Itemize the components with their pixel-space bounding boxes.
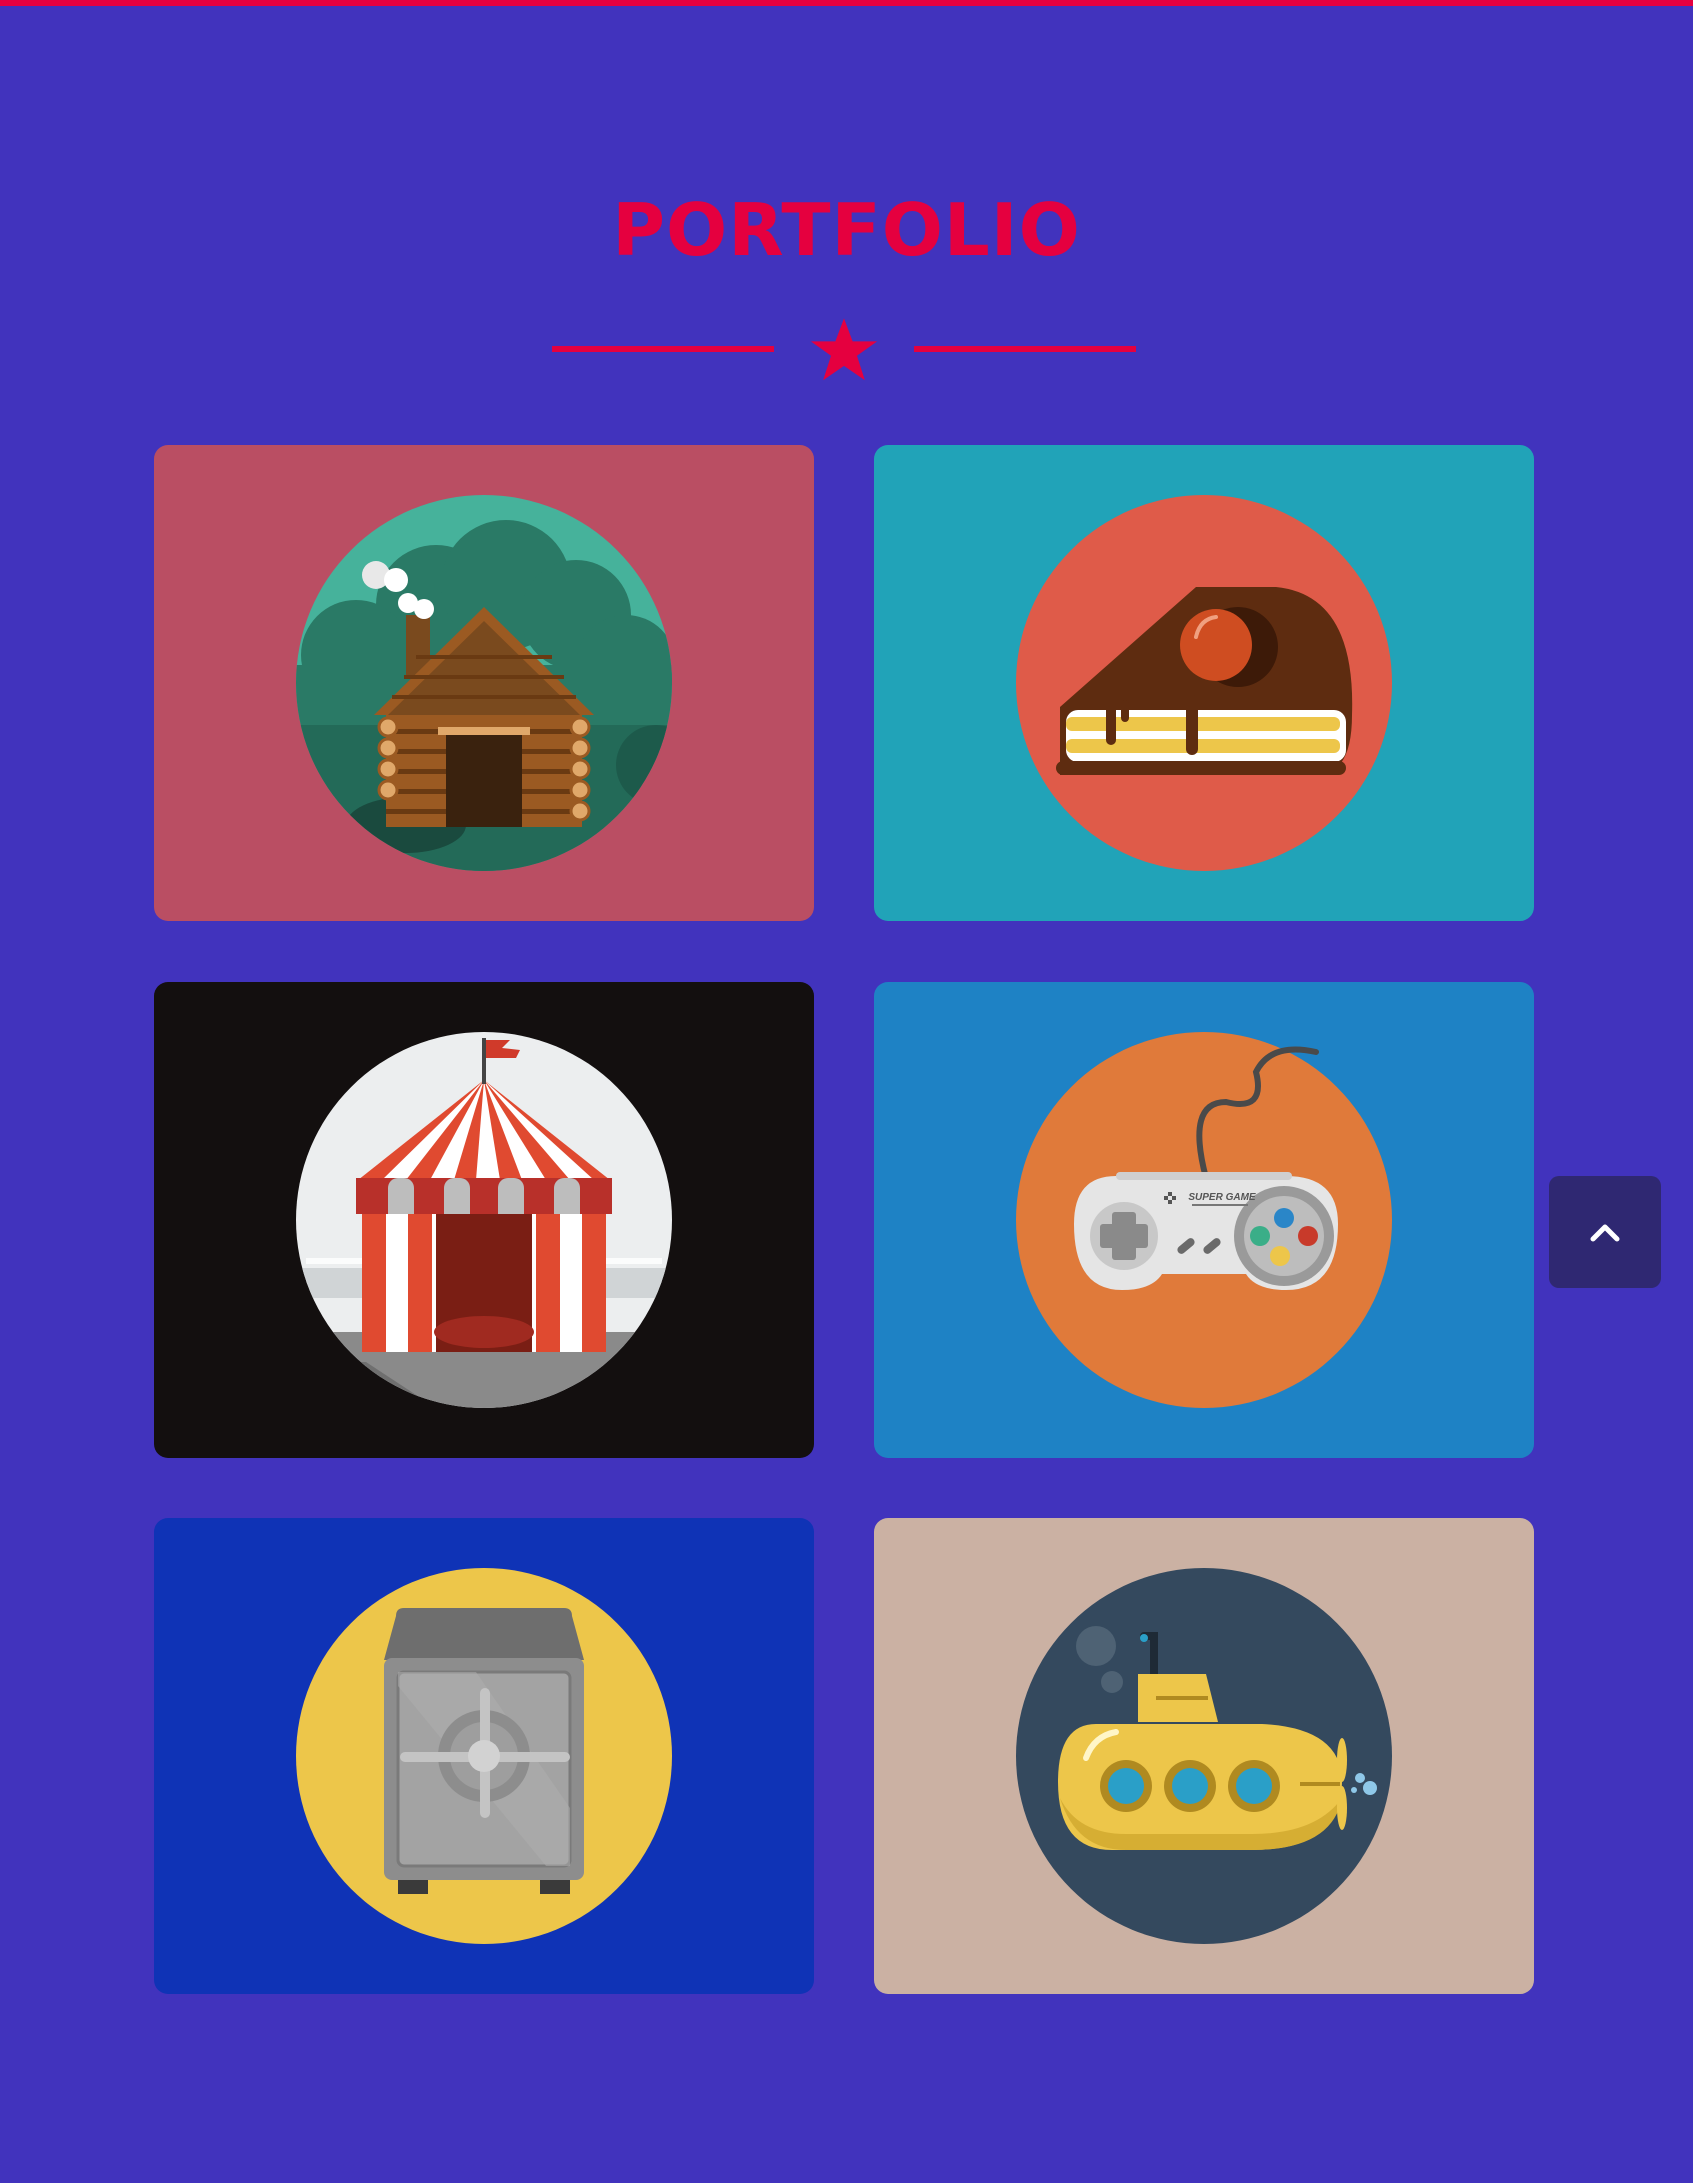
- scroll-to-top-button[interactable]: [1549, 1176, 1661, 1288]
- top-accent-bar: [0, 0, 1693, 6]
- submarine-icon: [1016, 1568, 1392, 1944]
- portfolio-item-cabin[interactable]: [154, 445, 814, 921]
- game-controller-icon: SUPER GAME: [1016, 1032, 1392, 1408]
- divider-line-right: [914, 346, 1136, 352]
- portfolio-item-submarine[interactable]: [874, 1518, 1534, 1994]
- portfolio-item-cake[interactable]: [874, 445, 1534, 921]
- chevron-up-icon: [1590, 1224, 1620, 1242]
- circus-tent-icon: [296, 1032, 672, 1408]
- portfolio-item-gamepad[interactable]: SUPER GAME: [874, 982, 1534, 1458]
- star-icon: [810, 318, 878, 381]
- log-cabin-icon: [296, 495, 672, 871]
- gamepad-label: SUPER GAME: [1188, 1192, 1256, 1203]
- section-title: PORTFOLIO: [612, 188, 1081, 272]
- safe-icon: [296, 1568, 672, 1944]
- portfolio-item-safe[interactable]: [154, 1518, 814, 1994]
- cake-slice-icon: [1016, 495, 1392, 871]
- portfolio-item-circus[interactable]: [154, 982, 814, 1458]
- divider-line-left: [552, 346, 774, 352]
- title-divider: [552, 310, 1136, 390]
